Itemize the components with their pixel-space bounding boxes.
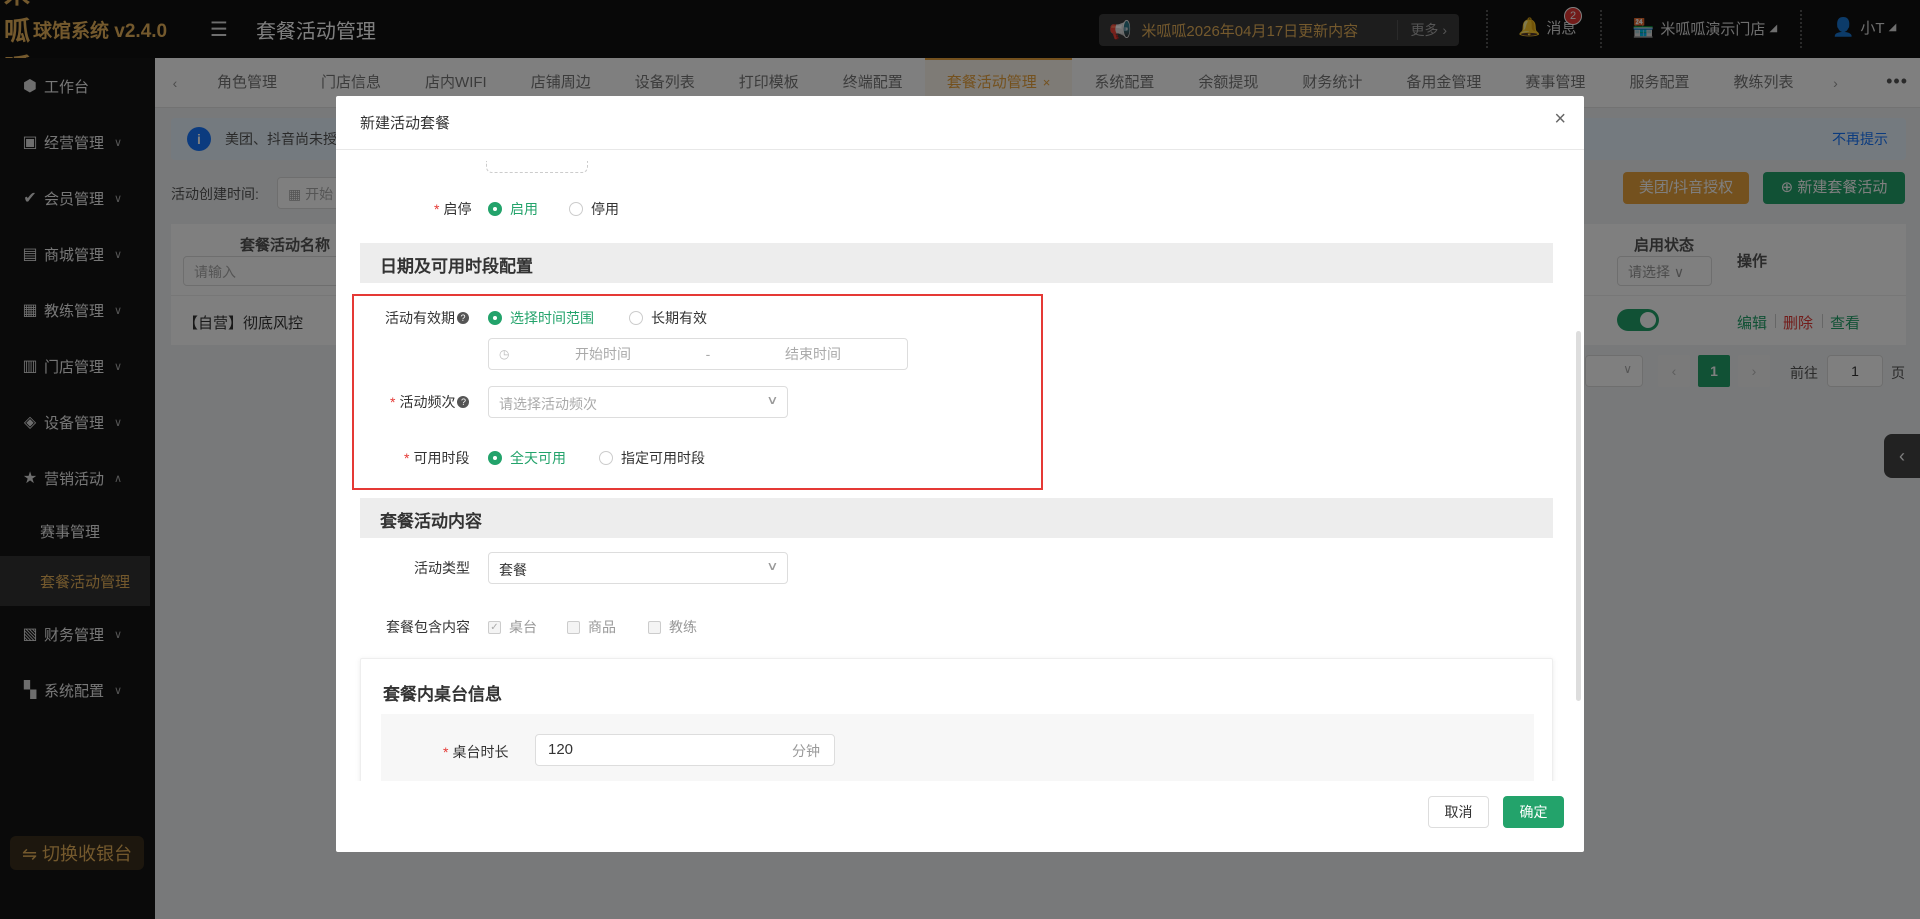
duration-unit: 分钟 [792, 743, 820, 759]
enable-label: * 启停 [434, 201, 472, 217]
duration-label: * 桌台时长 [443, 744, 509, 760]
duration-input[interactable]: 120 分钟 [535, 734, 835, 766]
start-time-input[interactable]: 开始时间 [513, 344, 693, 364]
date-range-picker[interactable]: ◷ 开始时间 - 结束时间 [488, 338, 908, 370]
validity-long-radio[interactable]: 长期有效 [629, 308, 707, 328]
confirm-button[interactable]: 确定 [1503, 796, 1564, 828]
chevron-down-icon: ∨ [766, 559, 779, 573]
help-icon: ? [457, 312, 469, 324]
available-custom-radio[interactable]: 指定可用时段 [599, 448, 705, 468]
include-table-checkbox[interactable]: ✓ 桌台 [488, 617, 537, 637]
card-title: 套餐内桌台信息 [383, 685, 502, 704]
clock-icon: ◷ [499, 347, 510, 361]
enable-off-radio[interactable]: 停用 [569, 199, 619, 219]
frequency-select[interactable]: 请选择活动频次 ∨ [488, 386, 788, 418]
modal-footer: 取消 确定 [336, 784, 1584, 852]
card-inner: * 桌台时长 120 分钟 [381, 714, 1534, 781]
modal-header: 新建活动套餐 × [336, 96, 1584, 150]
enable-on-radio[interactable]: 启用 [488, 199, 538, 219]
section-date-config: 日期及可用时段配置 [360, 243, 1553, 283]
available-all-radio[interactable]: 全天可用 [488, 448, 566, 468]
end-time-input[interactable]: 结束时间 [723, 344, 903, 364]
table-info-card: 套餐内桌台信息 * 桌台时长 120 分钟 [360, 658, 1553, 781]
help-icon: ? [457, 396, 470, 408]
type-select[interactable]: 套餐 ∨ [488, 552, 788, 584]
section-package-content: 套餐活动内容 [360, 498, 1553, 538]
includes-label: 套餐包含内容 [386, 619, 470, 635]
validity-label: 活动有效期? [385, 308, 469, 328]
modal-title: 新建活动套餐 [360, 115, 451, 132]
include-goods-checkbox[interactable]: 商品 [567, 617, 616, 637]
type-label: 活动类型 [414, 560, 470, 576]
close-icon[interactable]: × [1554, 108, 1566, 131]
available-label: * 可用时段 [404, 450, 470, 466]
validity-range-radio[interactable]: 选择时间范围 [488, 308, 594, 328]
new-package-modal: 新建活动套餐 × * 启停 启用 停用 日期及可用时段配置 活动有效期? 选择时间… [336, 96, 1584, 852]
scrollbar[interactable] [1576, 331, 1581, 701]
modal-body: * 启停 启用 停用 日期及可用时段配置 活动有效期? 选择时间范围 长期有效 ◷… [336, 151, 1584, 781]
frequency-label: * 活动频次? [390, 392, 470, 412]
range-separator: - [705, 346, 711, 362]
upload-area-edge [486, 161, 588, 173]
cancel-button[interactable]: 取消 [1428, 796, 1489, 828]
include-coach-checkbox[interactable]: 教练 [648, 617, 697, 637]
chevron-down-icon: ∨ [766, 393, 779, 407]
